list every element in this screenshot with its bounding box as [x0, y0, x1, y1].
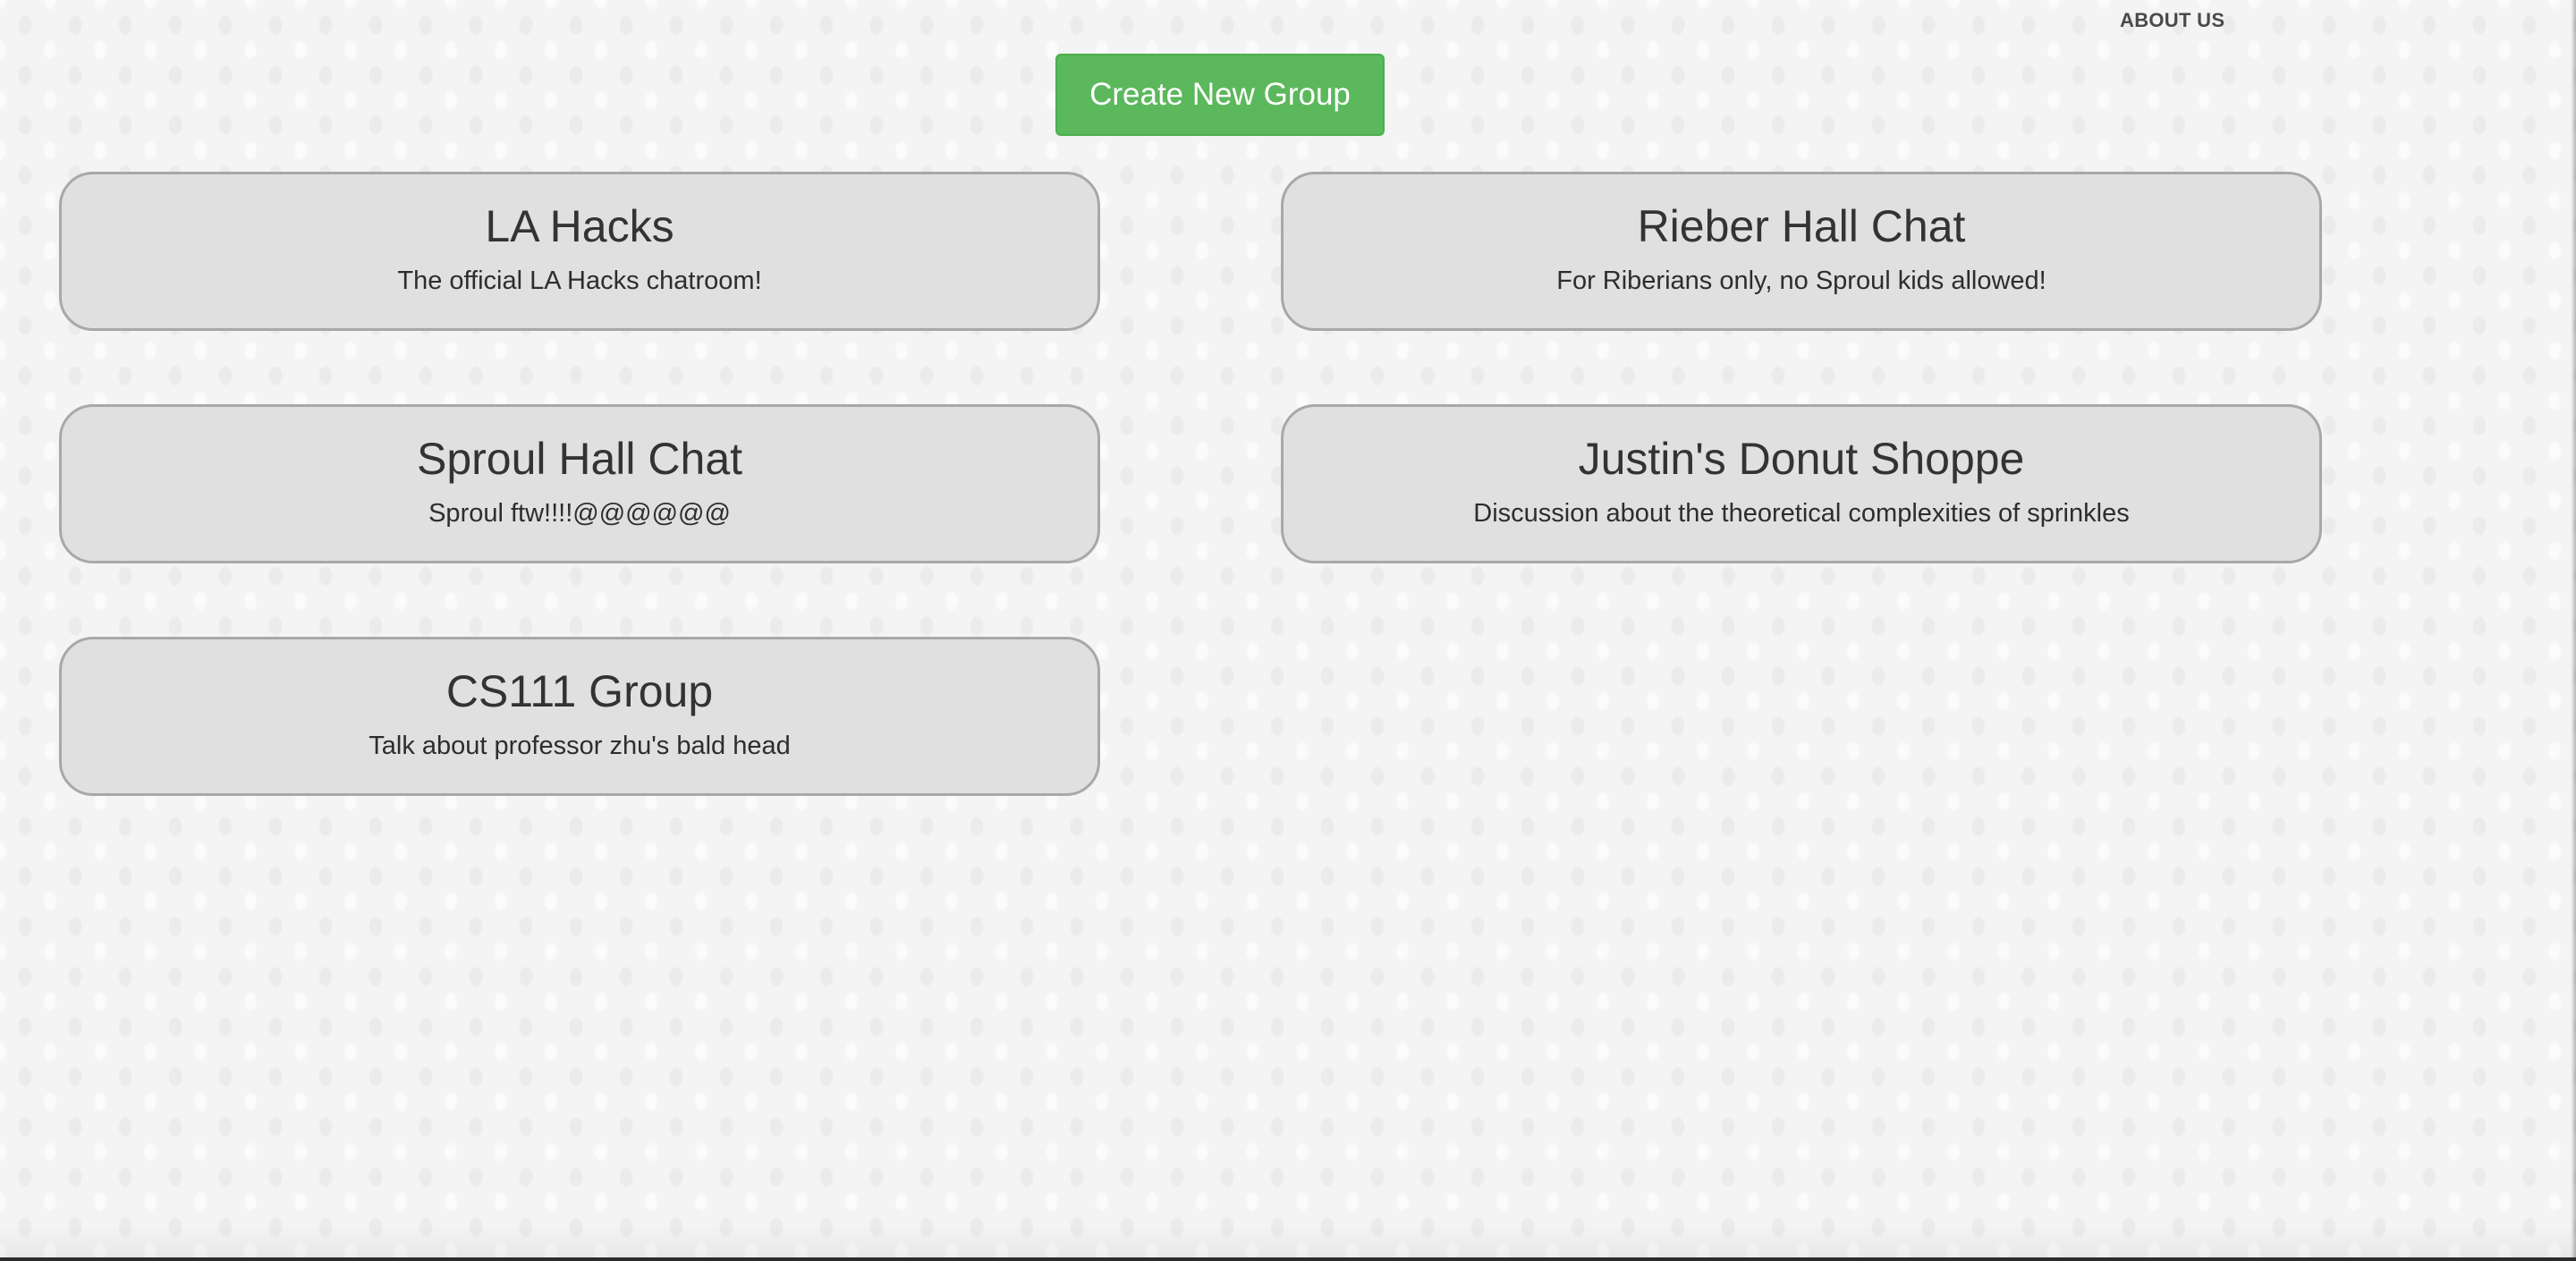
window-right-edge	[2571, 0, 2576, 1261]
group-title: LA Hacks	[485, 200, 674, 251]
group-card-justins-donut-shoppe[interactable]: Justin's Donut Shoppe Discussion about t…	[1281, 404, 2322, 563]
group-list: LA Hacks The official LA Hacks chatroom!…	[59, 172, 2322, 796]
group-description: Discussion about the theoretical complex…	[1473, 498, 2130, 528]
group-description: The official LA Hacks chatroom!	[397, 266, 762, 295]
group-description: For Riberians only, no Sproul kids allow…	[1556, 266, 2046, 295]
about-us-link[interactable]: ABOUT US	[2120, 9, 2224, 32]
group-title: Justin's Donut Shoppe	[1578, 433, 2025, 484]
group-title: Sproul Hall Chat	[416, 433, 743, 484]
group-description: Talk about professor zhu's bald head	[369, 731, 791, 760]
group-card-cs111-group[interactable]: CS111 Group Talk about professor zhu's b…	[59, 637, 1100, 796]
page-bottom-shade	[0, 1225, 2576, 1261]
create-new-group-button[interactable]: Create New Group	[1055, 54, 1385, 136]
window-bottom-edge	[0, 1257, 2576, 1261]
group-title: CS111 Group	[445, 665, 714, 716]
group-description: Sproul ftw!!!!@@@@@@	[428, 498, 731, 528]
group-title: Rieber Hall Chat	[1637, 200, 1966, 251]
group-card-sproul-hall-chat[interactable]: Sproul Hall Chat Sproul ftw!!!!@@@@@@	[59, 404, 1100, 563]
group-card-rieber-hall-chat[interactable]: Rieber Hall Chat For Riberians only, no …	[1281, 172, 2322, 331]
group-card-la-hacks[interactable]: LA Hacks The official LA Hacks chatroom!	[59, 172, 1100, 331]
